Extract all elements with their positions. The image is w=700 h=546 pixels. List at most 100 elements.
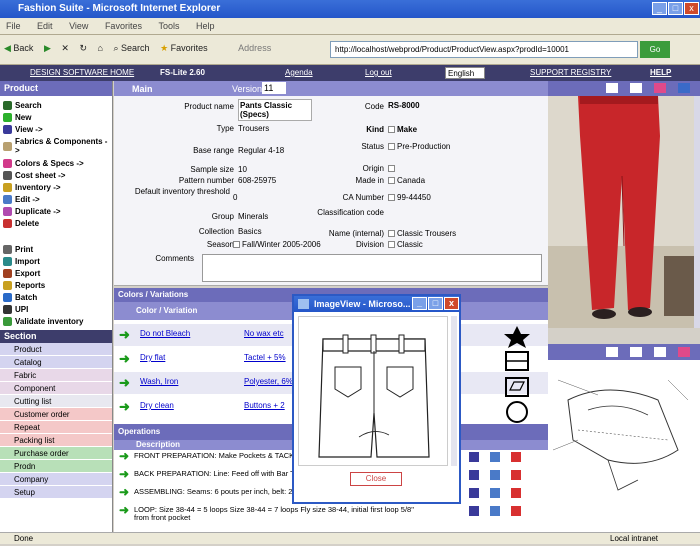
delete-icon[interactable] (511, 506, 521, 516)
sidebar-reports[interactable]: Reports (0, 279, 112, 291)
delete-icon[interactable] (511, 488, 521, 498)
color-link[interactable]: Dry clean (140, 401, 174, 410)
edit-icon[interactable] (490, 506, 500, 516)
arrow-icon[interactable]: ➜ (119, 486, 129, 498)
tools-icon[interactable] (654, 347, 666, 357)
forward-button[interactable]: ▶ (40, 43, 55, 54)
code-field[interactable]: RS-8000 (388, 101, 420, 110)
palette-icon[interactable] (654, 83, 666, 93)
status-checkbox[interactable] (388, 143, 395, 151)
delete-icon[interactable] (511, 452, 521, 462)
sidebar-inventory[interactable]: Inventory -> (0, 181, 112, 193)
sidebar-cost[interactable]: Cost sheet -> (0, 169, 112, 181)
color-link[interactable]: Do not Bleach (140, 329, 190, 338)
section-setup[interactable]: Setup (0, 486, 112, 499)
status-field[interactable]: Pre-Production (388, 142, 450, 151)
popup-close-link[interactable]: Close (350, 472, 402, 486)
sidebar-delete[interactable]: Delete (0, 217, 112, 229)
kind-checkbox[interactable] (388, 126, 395, 134)
edit-icon[interactable] (490, 470, 500, 480)
close-button[interactable]: x (684, 2, 699, 15)
section-packing[interactable]: Packing list (0, 434, 112, 447)
arrow-icon[interactable]: ➜ (119, 468, 129, 480)
section-catalog[interactable]: Catalog (0, 356, 112, 369)
arrow-icon[interactable]: ➜ (119, 450, 129, 462)
color-detail-link[interactable]: Tactel + 5% (244, 353, 286, 362)
menu-file[interactable]: File (0, 18, 29, 31)
menu-tools[interactable]: Tools (152, 18, 187, 31)
sidebar-new[interactable]: New (0, 111, 112, 123)
address-input[interactable]: http://localhost/webprod/Product/Product… (330, 41, 638, 58)
menu-help[interactable]: Help (190, 18, 223, 31)
edit-icon[interactable] (490, 488, 500, 498)
nav-home-link[interactable]: DESIGN SOFTWARE HOME (30, 68, 134, 77)
popup-scrollbar[interactable] (451, 316, 457, 466)
origin-checkbox[interactable] (388, 164, 397, 173)
section-product[interactable]: Product (0, 343, 112, 356)
palette-icon[interactable] (678, 347, 690, 357)
image-scrollbar[interactable] (694, 96, 700, 328)
threshold-field[interactable]: 0 (233, 193, 237, 202)
sample-size-field[interactable]: 10 (238, 165, 247, 174)
nav-help-link[interactable]: HELP (650, 68, 671, 77)
go-button[interactable]: Go (640, 41, 670, 58)
sidebar-fabrics[interactable]: Fabrics & Components -> (0, 135, 112, 157)
sidebar-edit[interactable]: Edit -> (0, 193, 112, 205)
popup-close-button[interactable]: x (444, 297, 459, 310)
back-button[interactable]: ◀ Back (0, 43, 37, 54)
color-link[interactable]: Dry flat (140, 353, 165, 362)
color-detail-link[interactable]: Polyester, 6% (244, 377, 293, 386)
section-cutting[interactable]: Cutting list (0, 395, 112, 408)
color-link[interactable]: Wash, Iron (140, 377, 178, 386)
name-internal-field[interactable]: Classic Trousers (388, 229, 456, 238)
sidebar-search[interactable]: Search (0, 99, 112, 111)
favorites-button[interactable]: ★ Favorites (156, 43, 212, 54)
delete-icon[interactable] (511, 470, 521, 480)
arrow-icon[interactable]: ➜ (119, 327, 130, 343)
popup-maximize-button[interactable]: □ (428, 297, 443, 310)
minimize-button[interactable]: _ (652, 2, 667, 15)
search-button[interactable]: ⌕ Search (109, 43, 153, 54)
division-field[interactable]: Classic (388, 240, 423, 249)
home-icon[interactable]: ⌂ (94, 43, 107, 53)
menu-view[interactable]: View (63, 18, 96, 31)
section-customer-order[interactable]: Customer order (0, 408, 112, 421)
collection-field[interactable]: Basics (238, 227, 262, 236)
arrow-icon[interactable]: ➜ (119, 351, 130, 367)
sidebar-duplicate[interactable]: Duplicate -> (0, 205, 112, 217)
eye-icon[interactable] (606, 347, 618, 357)
arrow-icon[interactable]: ➜ (119, 399, 130, 415)
section-repeat[interactable]: Repeat (0, 421, 112, 434)
arrow-icon[interactable]: ➜ (119, 504, 129, 516)
sidebar-upi[interactable]: UPI (0, 303, 112, 315)
sidebar-view[interactable]: View -> (0, 123, 112, 135)
section-fabric[interactable]: Fabric (0, 369, 112, 382)
stop-icon[interactable]: ✕ (57, 43, 73, 54)
edit-icon[interactable] (630, 347, 642, 357)
nav-logout-link[interactable]: Log out (365, 68, 392, 77)
sidebar-colors[interactable]: Colors & Specs -> (0, 157, 112, 169)
section-company[interactable]: Company (0, 473, 112, 486)
section-component[interactable]: Component (0, 382, 112, 395)
popup-minimize-button[interactable]: _ (412, 297, 427, 310)
color-detail-link[interactable]: Buttons + 2 (244, 401, 285, 410)
eye-icon[interactable] (469, 506, 479, 516)
eye-icon[interactable] (469, 488, 479, 498)
sidebar-batch[interactable]: Batch (0, 291, 112, 303)
made-in-field[interactable]: Canada (388, 176, 425, 185)
eye-icon[interactable] (469, 452, 479, 462)
maximize-button[interactable]: □ (668, 2, 683, 15)
sidebar-validate[interactable]: Validate inventory (0, 315, 112, 327)
nav-support-link[interactable]: SUPPORT REGISTRY (530, 68, 611, 77)
kind-field[interactable]: Make (388, 125, 417, 134)
refresh-icon[interactable]: ↻ (75, 43, 91, 54)
color-detail-link[interactable]: No wax etc (244, 329, 284, 338)
edit-icon[interactable] (490, 452, 500, 462)
eye-icon[interactable] (606, 83, 618, 93)
image-icon[interactable] (678, 83, 690, 93)
edit-icon[interactable] (630, 83, 642, 93)
form-tab-main[interactable]: Main (132, 84, 153, 94)
comments-textarea[interactable] (202, 254, 542, 282)
ca-field[interactable]: 99-44450 (388, 193, 431, 202)
section-prodn[interactable]: Prodn (0, 460, 112, 473)
